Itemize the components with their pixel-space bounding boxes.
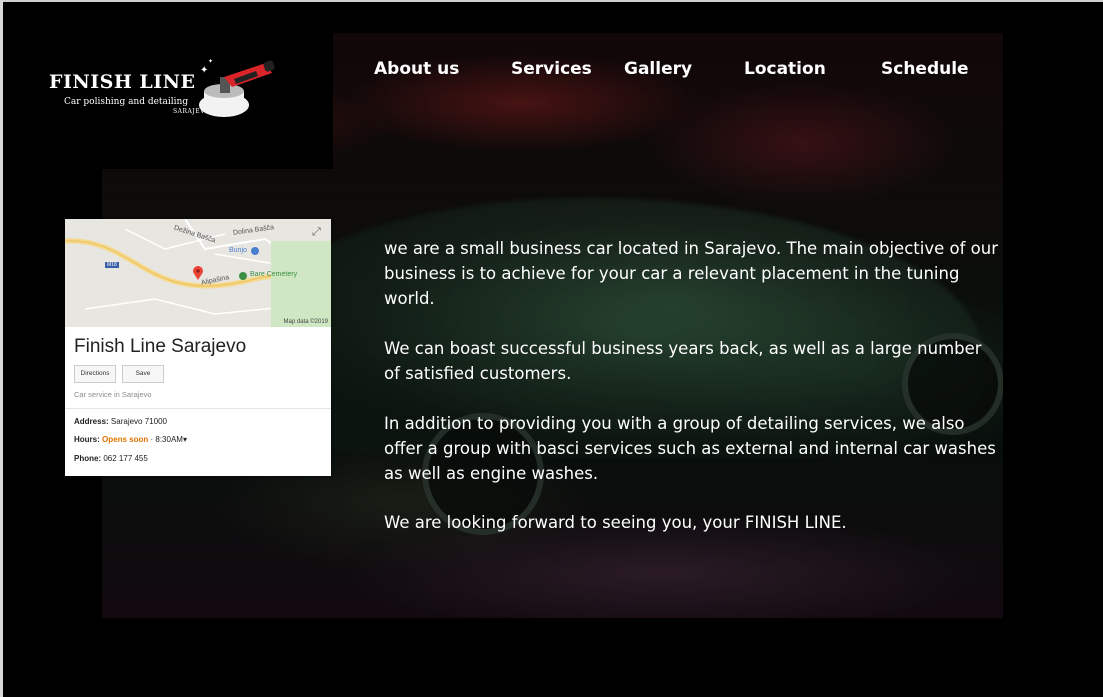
- about-paragraph-4: We are looking forward to seeing you, yo…: [384, 513, 847, 532]
- svg-text:✦: ✦: [200, 65, 208, 76]
- logo-subtitle: Car polishing and detailing: [64, 97, 189, 107]
- about-paragraph-2: We can boast successful business years b…: [384, 339, 982, 383]
- expand-map-icon[interactable]: ⤢: [312, 226, 325, 239]
- logo[interactable]: FINISH LINE Car polishing and detailing …: [31, 19, 333, 169]
- phone-value[interactable]: 062 177 455: [103, 454, 148, 463]
- map-road-shield: M18: [105, 262, 119, 268]
- nav-services[interactable]: Services: [511, 59, 592, 79]
- phone-label: Phone:: [74, 454, 102, 463]
- place-name: Finish Line Sarajevo: [74, 336, 247, 357]
- nav-gallery[interactable]: Gallery: [624, 59, 692, 79]
- nav-about-us[interactable]: About us: [374, 59, 459, 79]
- directions-button[interactable]: Directions: [74, 365, 116, 383]
- address-row: Address: Sarajevo 71000: [74, 417, 167, 426]
- save-button[interactable]: Save: [122, 365, 164, 383]
- map-poi-blue-icon: [251, 247, 259, 255]
- window-left-edge: [0, 0, 3, 697]
- nav-location[interactable]: Location: [744, 59, 826, 79]
- about-paragraph-1: we are a small business car located in S…: [384, 239, 998, 308]
- map-label-poi-green: Bare Cemetery: [250, 271, 298, 278]
- logo-title: FINISH LINE: [49, 71, 196, 93]
- map-card: Dežina Bašča Dolina Bašča Bunjo Bare Cem…: [65, 219, 331, 476]
- phone-row: Phone: 062 177 455: [74, 454, 148, 463]
- address-value: Sarajevo 71000: [110, 417, 167, 426]
- polisher-icon: ✦ ✦: [199, 58, 275, 117]
- hours-time[interactable]: · 8:30AM▾: [150, 435, 186, 444]
- about-paragraph-3: In addition to providing you with a grou…: [384, 414, 996, 483]
- map-poi-green-icon: [239, 272, 247, 280]
- svg-text:✦: ✦: [208, 58, 213, 65]
- map-label-poi-blue: Bunjo: [229, 247, 247, 254]
- card-divider: [65, 408, 331, 409]
- address-label: Address:: [74, 417, 109, 426]
- nav-schedule[interactable]: Schedule: [881, 59, 969, 79]
- hours-row[interactable]: Hours: Opens soon · 8:30AM▾: [74, 435, 187, 444]
- map-credit: Map data ©2019: [283, 319, 328, 325]
- embedded-map[interactable]: Dežina Bašča Dolina Bašča Bunjo Bare Cem…: [65, 219, 331, 327]
- window-top-edge: [0, 0, 1103, 2]
- hours-status: Opens soon: [102, 435, 149, 444]
- place-category: Car service in Sarajevo: [74, 390, 152, 399]
- hours-label: Hours:: [74, 435, 100, 444]
- map-pin-icon: [193, 266, 203, 280]
- map-park-area: [271, 241, 331, 327]
